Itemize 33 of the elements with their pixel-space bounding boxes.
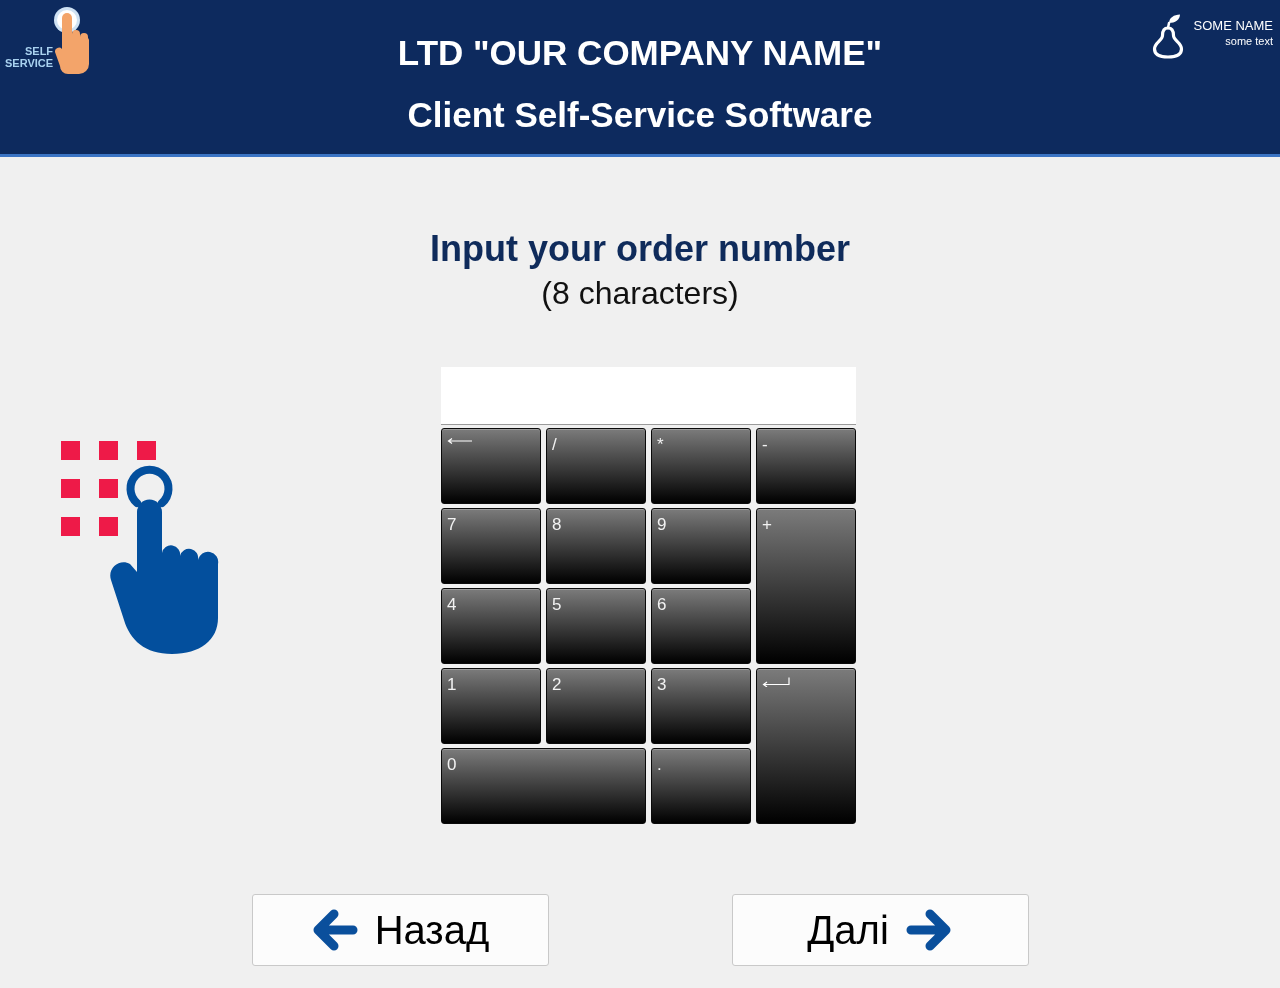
next-button[interactable]: Далі xyxy=(731,894,1029,966)
keypad-key[interactable]: 4 xyxy=(441,588,541,664)
prompt-hint: (8 characters) xyxy=(541,274,739,312)
keypad-key[interactable]: 9 xyxy=(651,508,751,584)
user-detail: some text xyxy=(1224,35,1273,48)
backspace-icon xyxy=(447,438,473,444)
keypad-key[interactable]: 5 xyxy=(546,588,646,664)
keypad-key[interactable]: + xyxy=(756,508,856,664)
keypad-key[interactable]: 6 xyxy=(651,588,751,664)
company-title: LTD "OUR COMPANY NAME" xyxy=(397,33,883,73)
keypad-key[interactable]: / xyxy=(546,428,646,504)
keypad-key[interactable]: 0 xyxy=(441,748,646,824)
app-subtitle: Client Self-Service Software xyxy=(407,95,873,135)
keypad-key[interactable]: 8 xyxy=(546,508,646,584)
pear-icon xyxy=(1150,13,1185,59)
hand-pointing-icon xyxy=(53,4,90,74)
enter-icon xyxy=(762,677,790,687)
enter-key[interactable] xyxy=(756,668,856,824)
keypad-key[interactable]: . xyxy=(651,748,751,824)
prompt-title: Input your order number xyxy=(430,227,850,270)
logo-text: SERVICE xyxy=(5,57,54,69)
hand-tapping-keypad-icon xyxy=(60,440,220,655)
user-name: SOME NAME xyxy=(1193,18,1273,33)
backspace-key[interactable] xyxy=(441,428,541,504)
keypad-key[interactable]: 2 xyxy=(546,668,646,744)
keypad-key[interactable]: * xyxy=(651,428,751,504)
keypad-key[interactable]: 7 xyxy=(441,508,541,584)
keypad-key[interactable]: - xyxy=(756,428,856,504)
keypad-key[interactable]: 3 xyxy=(651,668,751,744)
logo-text: SELF xyxy=(24,45,54,57)
order-number-field[interactable] xyxy=(441,367,856,425)
back-button[interactable]: Назад xyxy=(251,894,549,966)
keypad-key[interactable]: 1 xyxy=(441,668,541,744)
